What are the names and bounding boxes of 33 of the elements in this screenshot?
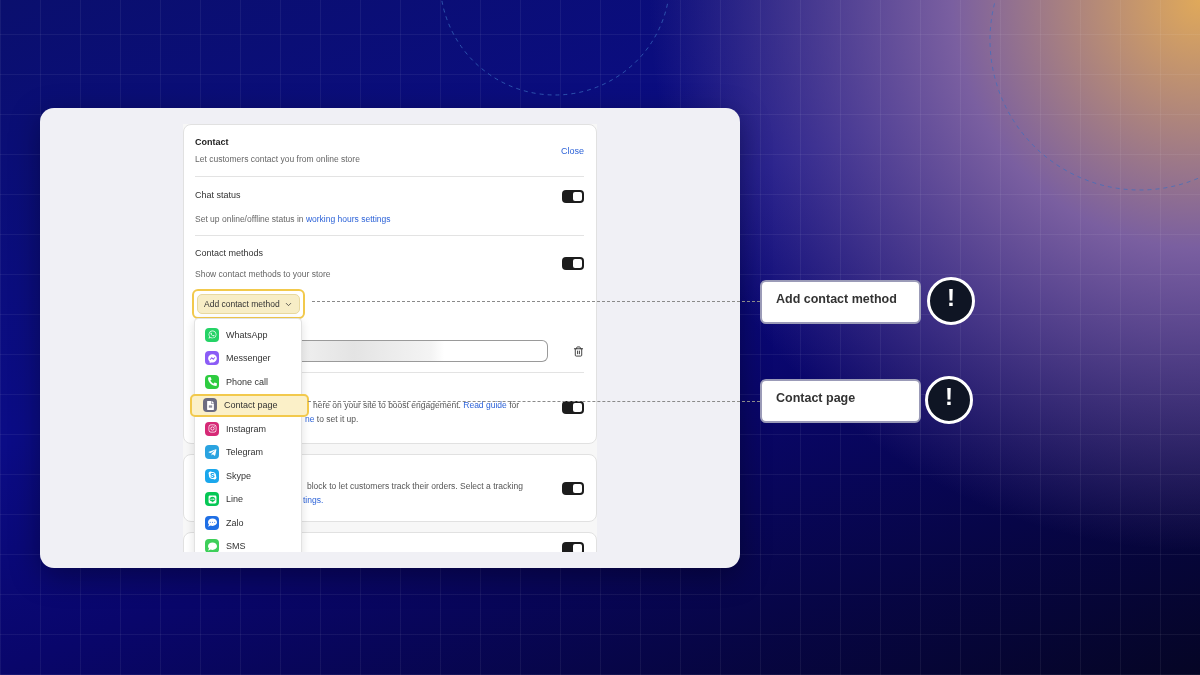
setting-label: Chat status	[195, 190, 242, 200]
menu-item[interactable]: WhatsApp	[195, 323, 301, 347]
callout-label: Add contact method	[760, 280, 921, 324]
menu-item[interactable]: Line	[195, 487, 301, 511]
menu-item[interactable]: Phone call	[195, 370, 301, 394]
toggle-switch[interactable]	[562, 190, 584, 203]
toggle-switch[interactable]	[562, 481, 584, 495]
setup-link[interactable]: ne	[305, 414, 315, 424]
menu-item[interactable]: Instagram	[195, 417, 301, 441]
menu-item[interactable]: Messenger	[195, 346, 301, 370]
toggle-switch[interactable]	[562, 542, 584, 552]
toggle-switch[interactable]	[562, 257, 584, 270]
menu-item[interactable]: SMS	[195, 534, 301, 552]
add-contact-method-button[interactable]: Add contact method	[197, 294, 300, 314]
close-link[interactable]: Close	[561, 145, 584, 156]
menu-item[interactable]: Skype	[195, 464, 301, 488]
toggle-switch[interactable]	[562, 400, 584, 414]
settings-link[interactable]: working hours settings	[305, 214, 391, 224]
guide-link[interactable]: Read guide	[463, 400, 507, 410]
menu-item[interactable]: Contact page	[190, 393, 309, 417]
callout-label: Contact page	[760, 379, 921, 423]
section-subtitle: Let customers contact you from online store	[195, 154, 360, 164]
menu-item[interactable]: Telegram	[195, 440, 301, 464]
setting-hint: Show contact methods to your store	[195, 269, 331, 279]
alert-badge: !	[925, 376, 973, 424]
menu-item[interactable]: Zalo	[195, 511, 301, 535]
trash-icon[interactable]	[573, 345, 584, 357]
section-title: Contact	[195, 137, 230, 147]
description-text: block to let customers track their orders. Select a tracking	[306, 481, 523, 491]
settings-link[interactable]: tings.	[303, 495, 324, 505]
setting-label: Contact methods	[195, 248, 265, 258]
setting-hint: Set up online/offline status in working hours settings	[195, 214, 391, 224]
alert-badge: !	[927, 277, 975, 325]
